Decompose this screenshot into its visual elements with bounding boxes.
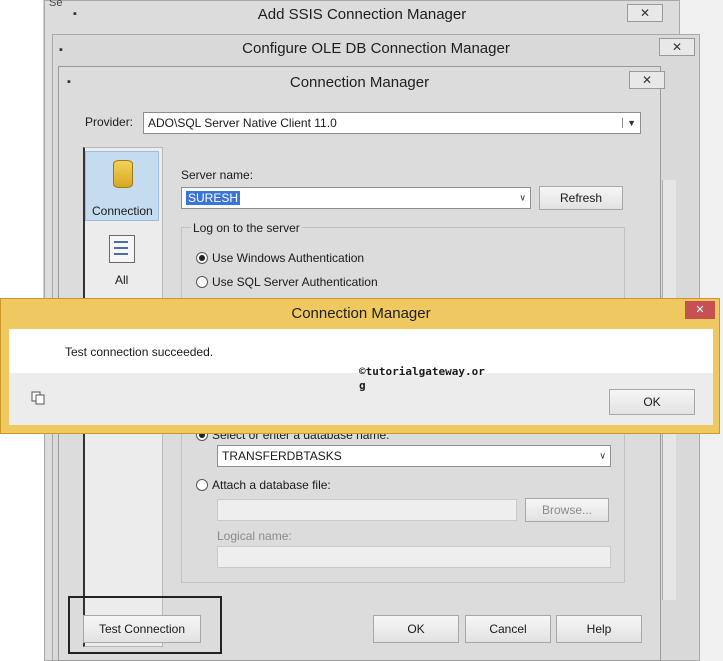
logical-name-label: Logical name: [217,529,292,543]
logical-name-input[interactable] [217,546,611,568]
provider-dropdown-icon[interactable]: ▼ [622,118,636,128]
windows-auth-radio[interactable] [196,252,208,264]
test-connection-button[interactable]: Test Connection [83,615,201,643]
attach-db-label[interactable]: Attach a database file: [212,478,331,492]
nav-item-connection[interactable]: Connection [85,151,159,221]
help-button[interactable]: Help [556,615,642,643]
database-value: TRANSFERDBTASKS [222,449,342,463]
server-name-dropdown-icon[interactable]: ∨ [519,193,526,204]
database-dropdown-icon[interactable]: ∨ [599,451,606,462]
provider-select[interactable]: ADO\SQL Server Native Client 11.0 ▼ [143,112,641,134]
ok-button[interactable]: OK [373,615,459,643]
ssis-window-title: Add SSIS Connection Manager [257,6,467,23]
server-name-label: Server name: [181,168,254,182]
sql-auth-radio[interactable] [196,276,208,288]
attach-db-file-input[interactable] [217,499,517,521]
conn-close-button[interactable]: ✕ [629,71,665,89]
database-select[interactable]: TRANSFERDBTASKS ∨ [217,445,611,467]
message-box-close-button[interactable]: ✕ [685,301,715,319]
oledb-window-title: Configure OLE DB Connection Manager [242,40,510,57]
oledb-close-button[interactable]: ✕ [659,38,695,56]
watermark-line1: ©tutorialgateway.or [359,365,485,378]
sql-auth-label[interactable]: Use SQL Server Authentication [212,275,378,289]
provider-label: Provider: [85,115,134,129]
conn-window-title: Connection Manager [289,74,430,91]
server-name-value: SURESH [186,191,241,205]
nav-item-all[interactable]: All [85,227,159,291]
nav-item-connection-label: Connection [92,204,153,218]
copy-icon[interactable] [31,391,45,405]
refresh-button[interactable]: Refresh [539,186,623,210]
message-box-title: Connection Manager [291,305,431,322]
provider-value: ADO\SQL Server Native Client 11.0 [148,116,337,130]
watermark-line2: g [359,379,366,392]
nav-item-all-label: All [115,273,129,287]
background-left-bottom [0,434,44,661]
message-box: Connection Manager ✕ Test connection suc… [0,298,720,434]
database-icon [113,160,133,188]
ssis-close-button[interactable]: ✕ [627,4,663,22]
logon-group-label: Log on to the server [191,221,302,235]
server-name-input[interactable]: SURESH ∨ [181,187,531,209]
attach-db-radio[interactable] [196,479,208,491]
windows-auth-label[interactable]: Use Windows Authentication [212,251,364,265]
message-text: Test connection succeeded. [65,345,214,359]
properties-icon [109,235,135,263]
browse-button[interactable]: Browse... [525,498,609,522]
message-ok-button[interactable]: OK [609,389,695,415]
cancel-button[interactable]: Cancel [465,615,551,643]
